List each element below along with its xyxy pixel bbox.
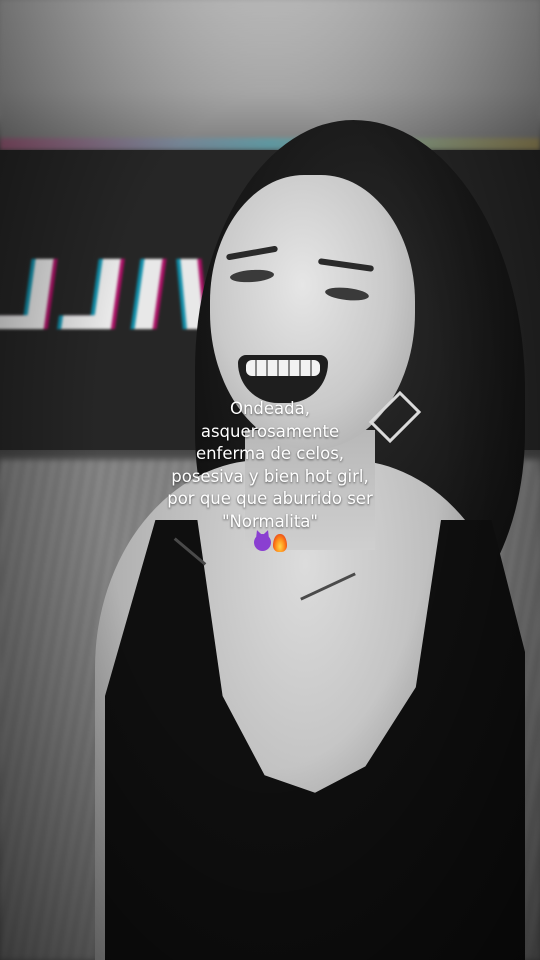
caption-line: asquerosamente [200,421,340,441]
caption-line: "Normalita" [221,511,319,531]
caption-line: enferma de celos, [195,444,345,463]
caption-line: Ondeada, [229,399,310,418]
photo-scene: WILL Ondeada, asquerosamente enferma de … [0,0,540,960]
teeth [246,360,320,376]
fire-emoji-icon [272,534,287,552]
caption-emojis [60,534,480,552]
caption-text: Ondeada, asquerosamente enferma de celos… [60,398,480,552]
caption-line: por que que aburrido ser [167,489,373,508]
smiling-devil-emoji-icon [253,534,271,551]
caption-line: posesiva y bien hot girl, [171,466,369,486]
